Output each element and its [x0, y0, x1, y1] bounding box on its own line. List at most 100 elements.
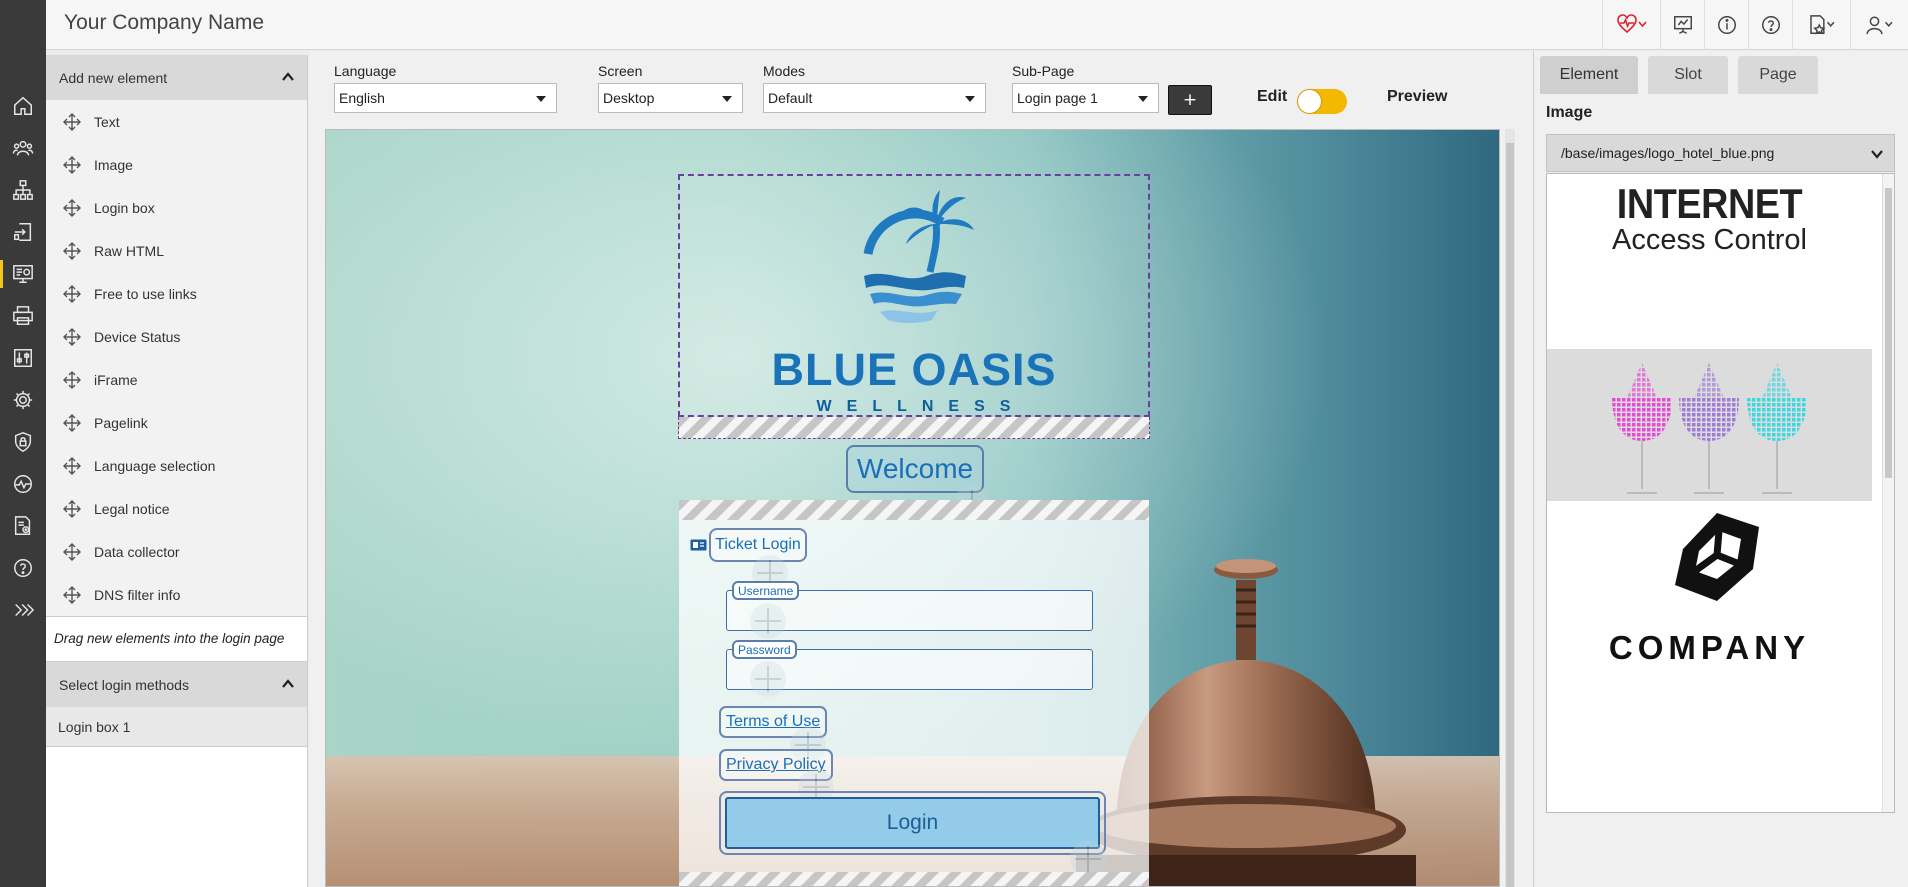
- move-icon: [63, 457, 81, 475]
- chevron-up-icon[interactable]: [281, 70, 295, 84]
- bookmark-star-icon[interactable]: [1792, 0, 1850, 50]
- users-icon[interactable]: [0, 130, 46, 166]
- element-label: Free to use links: [94, 285, 197, 302]
- sliders-icon[interactable]: [0, 340, 46, 376]
- gallery-item-glasses[interactable]: [1547, 349, 1872, 501]
- element-free-links[interactable]: Free to use links: [46, 272, 307, 315]
- password-label: Password: [732, 640, 797, 659]
- element-data-collector[interactable]: Data collector: [46, 530, 307, 573]
- chevron-down-icon: [1871, 150, 1883, 159]
- slot-drop-zone[interactable]: [678, 417, 1150, 439]
- add-element-panel: Add new element Text Image Login box Raw…: [46, 55, 308, 887]
- ticket-icon: [690, 539, 707, 551]
- gallery-item-internet-access[interactable]: INTERNET Access Control: [1547, 174, 1872, 349]
- subpage-label: Sub-Page: [1012, 63, 1075, 79]
- help-icon[interactable]: [0, 550, 46, 586]
- palm-logo-icon: [863, 190, 974, 323]
- move-icon: [63, 113, 81, 131]
- report-icon[interactable]: [0, 508, 46, 544]
- login-button[interactable]: Login: [725, 797, 1100, 849]
- wine-glasses-icon: [1612, 363, 1807, 494]
- move-icon: [63, 285, 81, 303]
- element-iframe[interactable]: iFrame: [46, 358, 307, 401]
- language-select[interactable]: English: [334, 83, 557, 113]
- move-icon: [63, 543, 81, 561]
- edit-preview-toggle[interactable]: [1297, 89, 1347, 114]
- element-label: iFrame: [94, 371, 138, 388]
- element-label: Pagelink: [94, 414, 148, 431]
- add-element-header[interactable]: Add new element: [46, 55, 307, 100]
- canvas-scrollbar[interactable]: [1505, 129, 1515, 887]
- company-name: Your Company Name: [64, 11, 264, 34]
- element-label: Raw HTML: [94, 242, 165, 259]
- subpage-select[interactable]: Login page 1: [1012, 83, 1159, 113]
- subpage-group: Sub-Page Login page 1: [1012, 63, 1159, 113]
- login-box-drop-zone-bottom[interactable]: [679, 872, 1149, 886]
- element-label: Text: [94, 113, 120, 130]
- element-image[interactable]: Image: [46, 143, 307, 186]
- login-icon[interactable]: [0, 214, 46, 250]
- monitor-icon[interactable]: [0, 466, 46, 502]
- gallery-item1-line1: INTERNET: [1616, 180, 1803, 227]
- help-icon[interactable]: [1748, 0, 1792, 50]
- modes-group: Modes Default: [763, 63, 986, 113]
- gallery-scrollbar-thumb[interactable]: [1885, 188, 1892, 478]
- element-pagelink[interactable]: Pagelink: [46, 401, 307, 444]
- printer-icon[interactable]: [0, 298, 46, 334]
- add-element-title: Add new element: [59, 69, 168, 86]
- presentation-icon[interactable]: [1660, 0, 1704, 50]
- move-icon: [63, 328, 81, 346]
- scrollbar-thumb[interactable]: [1506, 143, 1514, 887]
- portal-design-icon[interactable]: [0, 256, 46, 292]
- element-label: Language selection: [94, 457, 216, 474]
- health-status-icon[interactable]: [1602, 0, 1660, 50]
- cube-logo-icon: [1675, 513, 1759, 601]
- canvas-area: BLUE OASIS WELLNESS Welcome Ticket Login…: [309, 127, 1533, 887]
- element-legal-notice[interactable]: Legal notice: [46, 487, 307, 530]
- login-box[interactable]: Ticket Login Username Password Terms of …: [679, 500, 1149, 886]
- image-gallery: INTERNET Access Control COMPANY: [1546, 173, 1895, 813]
- login-method-item[interactable]: Login box 1: [46, 707, 307, 747]
- logo-image-slot[interactable]: BLUE OASIS WELLNESS: [678, 174, 1150, 417]
- element-dns-filter-info[interactable]: DNS filter info: [46, 573, 307, 616]
- element-raw-html[interactable]: Raw HTML: [46, 229, 307, 272]
- home-icon[interactable]: [0, 88, 46, 124]
- gear-icon[interactable]: [0, 382, 46, 418]
- move-handle-icon[interactable]: [747, 658, 789, 700]
- tab-element[interactable]: Element: [1540, 56, 1638, 94]
- screen-select[interactable]: Desktop: [598, 83, 743, 113]
- login-box-drop-zone-top[interactable]: [679, 500, 1149, 520]
- element-label: Login box: [94, 199, 155, 216]
- element-device-status[interactable]: Device Status: [46, 315, 307, 358]
- element-label: Image: [94, 156, 133, 173]
- move-icon: [63, 586, 81, 604]
- move-icon: [63, 156, 81, 174]
- image-path-select[interactable]: /base/images/logo_hotel_blue.png: [1546, 134, 1895, 172]
- login-page-canvas[interactable]: BLUE OASIS WELLNESS Welcome Ticket Login…: [325, 129, 1500, 887]
- hierarchy-icon[interactable]: [0, 172, 46, 208]
- tab-slot[interactable]: Slot: [1648, 56, 1728, 94]
- login-methods-header[interactable]: Select login methods: [46, 662, 307, 707]
- gallery-scrollbar[interactable]: [1882, 174, 1894, 812]
- expand-icon[interactable]: [0, 592, 46, 628]
- top-bar: Your Company Name: [46, 0, 1908, 50]
- modes-select[interactable]: Default: [763, 83, 986, 113]
- info-icon[interactable]: [1704, 0, 1748, 50]
- move-icon: [63, 414, 81, 432]
- user-icon[interactable]: [1850, 0, 1908, 50]
- shield-icon[interactable]: [0, 424, 46, 460]
- tab-page[interactable]: Page: [1738, 56, 1818, 94]
- element-label: Data collector: [94, 543, 180, 560]
- element-label: Device Status: [94, 328, 181, 345]
- element-language-selection[interactable]: Language selection: [46, 444, 307, 487]
- chevron-up-icon[interactable]: [281, 677, 295, 691]
- element-text[interactable]: Text: [46, 100, 307, 143]
- move-handle-icon[interactable]: [747, 600, 789, 642]
- editor-toolbar: Language English Screen Desktop Modes De…: [309, 51, 1533, 127]
- gallery-item-company[interactable]: COMPANY: [1547, 501, 1872, 812]
- drag-hint: Drag new elements into the login page: [46, 616, 307, 662]
- add-subpage-button[interactable]: +: [1168, 85, 1212, 115]
- image-label: Image: [1546, 104, 1593, 121]
- element-login-box[interactable]: Login box: [46, 186, 307, 229]
- element-label: Legal notice: [94, 500, 170, 517]
